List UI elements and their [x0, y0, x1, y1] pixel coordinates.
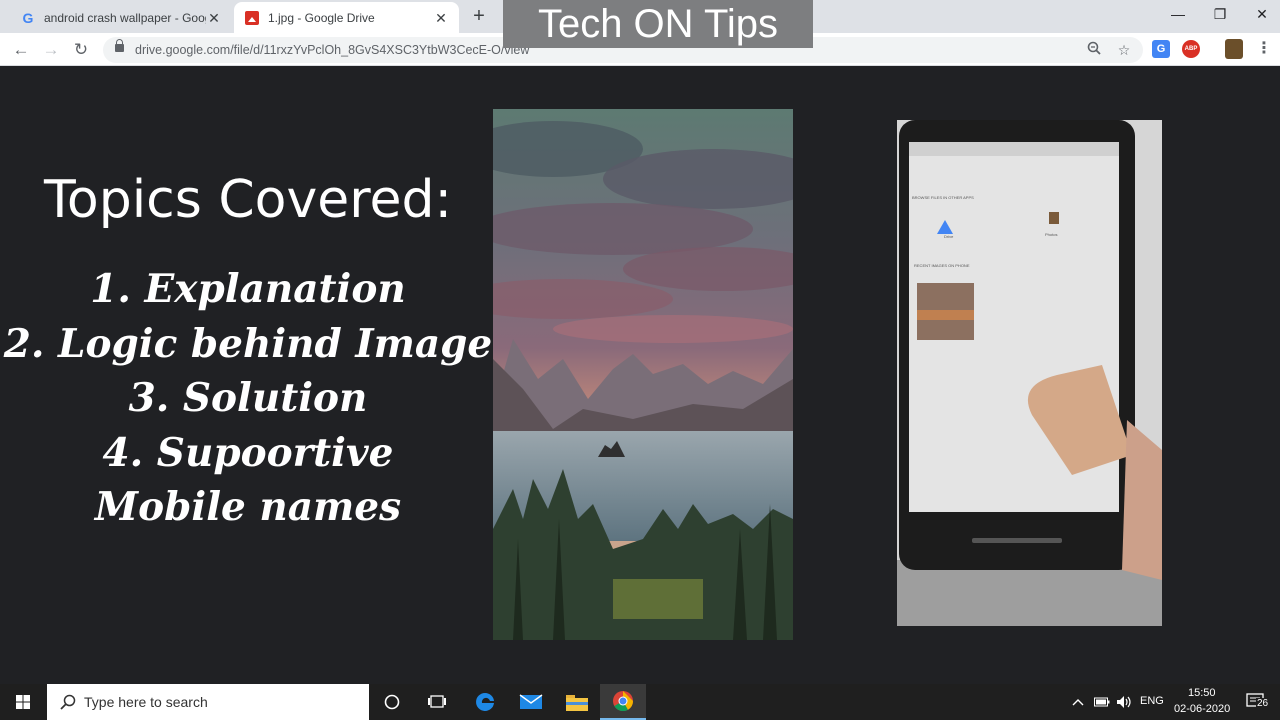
chrome-icon[interactable] — [600, 684, 646, 720]
google-icon: G — [22, 9, 34, 26]
clock-time[interactable]: 15:50 — [1188, 687, 1216, 699]
bookmark-star-icon[interactable]: ☆ — [1115, 41, 1133, 59]
search-icon — [60, 694, 76, 710]
notification-count-badge: 26 — [1256, 698, 1270, 709]
maximize-button[interactable]: ❐ — [1208, 4, 1232, 24]
topic-item: 1. Explanation — [90, 266, 406, 312]
task-view-icon[interactable] — [414, 684, 460, 720]
channel-watermark: Tech ON Tips — [503, 0, 813, 48]
browser-menu-icon[interactable]: ⋮ — [1256, 40, 1272, 58]
cortana-icon[interactable] — [369, 684, 415, 720]
phone-section-recent: RECENT IMAGES ON PHONE — [914, 263, 970, 268]
crash-wallpaper-image — [493, 109, 793, 640]
show-hidden-icons-chevron-icon[interactable] — [1066, 684, 1090, 720]
taskbar-search-box[interactable]: Type here to search — [47, 684, 369, 720]
address-url[interactable]: drive.google.com/file/d/11rxzYvPclOh_8Gv… — [135, 43, 529, 57]
topic-item: Mobile names — [94, 484, 402, 530]
volume-icon[interactable] — [1112, 684, 1136, 720]
phone-demo-video: BROWSE FILES IN OTHER APPS Drive Photos … — [897, 120, 1162, 626]
start-button[interactable] — [0, 684, 46, 720]
mail-icon[interactable] — [508, 684, 554, 720]
tab-title: 1.jpg - Google Drive — [268, 10, 375, 25]
translate-extension-icon[interactable]: G — [1152, 40, 1170, 58]
new-tab-button[interactable]: + — [469, 6, 489, 27]
image-file-icon — [244, 10, 260, 26]
forward-button[interactable]: → — [40, 39, 62, 61]
image-viewer: Topics Covered: 1. Explanation 2. Logic … — [0, 66, 1280, 684]
input-language[interactable]: ENG — [1140, 695, 1164, 707]
edge-browser-icon[interactable] — [462, 684, 508, 720]
close-window-button[interactable]: ✕ — [1250, 4, 1274, 24]
phone-drive-label: Drive — [944, 234, 954, 239]
minimize-button[interactable]: — — [1166, 4, 1190, 24]
tab-title: android crash wallpaper - Google — [44, 10, 206, 25]
adblock-plus-icon[interactable]: ABP — [1182, 40, 1200, 58]
topic-item: 3. Solution — [128, 375, 368, 421]
topic-item: 2. Logic behind Image — [3, 320, 493, 367]
phone-photos-label: Photos — [1045, 232, 1058, 237]
profile-avatar-icon[interactable] — [1225, 39, 1243, 59]
tab-google-drive[interactable]: 1.jpg - Google Drive ✕ — [234, 2, 459, 33]
topics-heading: Topics Covered: — [43, 170, 453, 230]
lock-icon — [115, 39, 124, 52]
clock-date[interactable]: 02-06-2020 — [1174, 703, 1230, 715]
tab-close-icon[interactable]: ✕ — [433, 10, 449, 26]
tab-close-icon[interactable]: ✕ — [206, 10, 222, 26]
battery-icon[interactable] — [1090, 684, 1114, 720]
search-placeholder: Type here to search — [84, 694, 208, 710]
tab-google-search[interactable]: G android crash wallpaper - Google ✕ — [10, 2, 232, 33]
windows-taskbar: Type here to search ENG 15:50 02-06-2020 — [0, 684, 1280, 720]
windows-logo-icon — [16, 695, 30, 709]
back-button[interactable]: ← — [10, 39, 32, 61]
zoom-icon[interactable] — [1085, 41, 1103, 59]
action-center-icon[interactable]: 26 — [1236, 684, 1276, 720]
phone-section-other-apps: BROWSE FILES IN OTHER APPS — [912, 195, 974, 200]
reload-button[interactable]: ↻ — [70, 39, 92, 61]
topics-list: 1. Explanation 2. Logic behind Image 3. … — [0, 262, 496, 535]
topic-item: 4. Supoortive — [102, 429, 394, 476]
file-explorer-icon[interactable] — [554, 684, 600, 720]
